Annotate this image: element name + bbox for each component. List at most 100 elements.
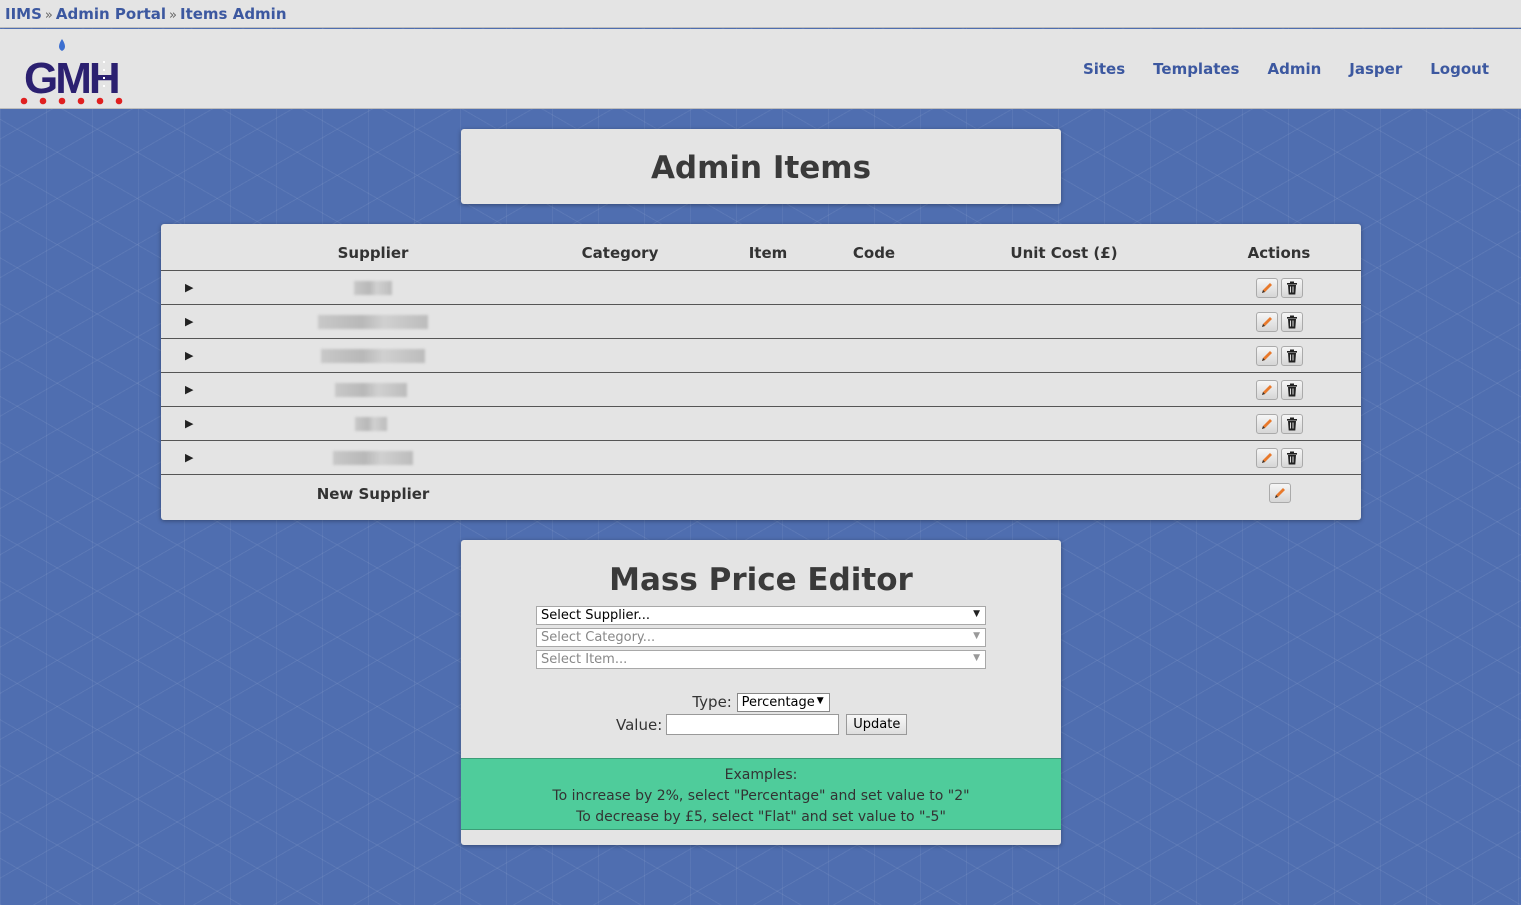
supplier-name-redacted: [333, 451, 413, 465]
column-header-code[interactable]: Code: [853, 244, 895, 262]
breadcrumb-items-admin[interactable]: Items Admin: [180, 5, 287, 23]
mass-price-editor-title: Mass Price Editor: [609, 562, 913, 598]
supplier-select-value: Select Supplier...: [541, 608, 651, 623]
row-actions: [1256, 448, 1303, 468]
delete-button[interactable]: [1281, 346, 1303, 366]
table-row[interactable]: ▶: [161, 271, 1361, 305]
expand-arrow-icon[interactable]: ▶: [185, 417, 193, 430]
nav-logout[interactable]: Logout: [1430, 60, 1489, 78]
dropdown-caret-icon: ▼: [973, 631, 980, 641]
pencil-icon: [1275, 488, 1285, 498]
table-row[interactable]: ▶: [161, 441, 1361, 475]
new-row-actions: [1269, 483, 1291, 503]
trash-icon: [1287, 383, 1297, 397]
examples-box: Examples: To increase by 2%, select "Per…: [461, 758, 1061, 830]
dropdown-caret-icon: ▼: [973, 653, 980, 663]
value-label: Value:: [616, 715, 663, 734]
edit-button[interactable]: [1256, 346, 1278, 366]
delete-button[interactable]: [1281, 312, 1303, 332]
column-header-item[interactable]: Item: [749, 244, 788, 262]
type-select-value: Percentage: [741, 695, 815, 710]
pencil-icon: [1262, 453, 1272, 463]
examples-line-flat: To decrease by £5, select "Flat" and set…: [576, 809, 946, 825]
edit-button[interactable]: [1256, 278, 1278, 298]
row-actions: [1256, 380, 1303, 400]
delete-button[interactable]: [1281, 448, 1303, 468]
column-header-supplier[interactable]: Supplier: [338, 244, 409, 262]
edit-button[interactable]: [1256, 448, 1278, 468]
supplier-name-redacted: [321, 349, 425, 363]
row-actions: [1256, 414, 1303, 434]
examples-heading: Examples:: [724, 767, 798, 783]
category-select-value: Select Category...: [541, 630, 656, 645]
mass-price-editor-card: Mass Price Editor Select Supplier... ▼ S…: [461, 540, 1061, 845]
breadcrumb: IIMS» Admin Portal» Items Admin: [0, 0, 1521, 28]
column-header-unit-cost[interactable]: Unit Cost (£): [1010, 244, 1117, 262]
page-title: Admin Items: [650, 150, 872, 186]
supplier-select[interactable]: Select Supplier... ▼: [536, 606, 986, 625]
column-header-category[interactable]: Category: [582, 244, 659, 262]
item-select[interactable]: Select Item... ▼: [536, 650, 986, 669]
value-input[interactable]: [666, 714, 840, 735]
update-button[interactable]: Update: [846, 714, 908, 735]
trash-icon: [1287, 315, 1297, 329]
supplier-name-redacted: [335, 383, 407, 397]
add-supplier-button[interactable]: [1269, 483, 1291, 503]
dropdown-caret-icon: ▼: [973, 609, 980, 619]
value-row: Value: Update: [616, 714, 908, 735]
trash-icon: [1287, 417, 1297, 431]
breadcrumb-separator: »: [44, 8, 53, 23]
supplier-name-redacted: [355, 417, 387, 431]
trash-icon: [1287, 451, 1297, 465]
dropdown-caret-icon: ▼: [816, 696, 824, 706]
nav-templates[interactable]: Templates: [1153, 60, 1239, 78]
category-select[interactable]: Select Category... ▼: [536, 628, 986, 647]
expand-arrow-icon[interactable]: ▶: [185, 349, 193, 362]
table-row[interactable]: ▶: [161, 305, 1361, 339]
pencil-icon: [1262, 283, 1272, 293]
row-actions: [1256, 346, 1303, 366]
expand-arrow-icon[interactable]: ▶: [185, 451, 193, 464]
pencil-icon: [1262, 419, 1272, 429]
examples-line-percentage: To increase by 2%, select "Percentage" a…: [552, 788, 970, 804]
breadcrumb-separator: »: [169, 8, 177, 23]
type-select[interactable]: Percentage ▼: [736, 693, 830, 712]
delete-button[interactable]: [1281, 414, 1303, 434]
supplier-name-redacted: [354, 281, 392, 295]
items-table: Supplier Category Item Code Unit Cost (£…: [161, 224, 1361, 515]
gmh-logo[interactable]: GMH: [18, 37, 128, 107]
item-select-value: Select Item...: [541, 652, 628, 667]
table-row[interactable]: ▶: [161, 339, 1361, 373]
edit-button[interactable]: [1256, 312, 1278, 332]
table-header-row: Supplier Category Item Code Unit Cost (£…: [161, 224, 1361, 271]
nav-admin[interactable]: Admin: [1267, 60, 1321, 78]
breadcrumb-admin-portal[interactable]: Admin Portal: [56, 5, 166, 23]
row-actions: [1256, 278, 1303, 298]
delete-button[interactable]: [1281, 380, 1303, 400]
pencil-icon: [1262, 385, 1272, 395]
expand-arrow-icon[interactable]: ▶: [185, 315, 193, 328]
trash-icon: [1287, 281, 1297, 295]
expand-arrow-icon[interactable]: ▶: [185, 281, 193, 294]
main-nav: Sites Templates Admin Jasper Logout: [1083, 60, 1489, 78]
expand-arrow-icon[interactable]: ▶: [185, 383, 193, 396]
nav-sites[interactable]: Sites: [1083, 60, 1125, 78]
edit-button[interactable]: [1256, 414, 1278, 434]
supplier-name-redacted: [318, 315, 428, 329]
edit-button[interactable]: [1256, 380, 1278, 400]
table-row[interactable]: ▶: [161, 407, 1361, 441]
type-row: Type: Percentage ▼: [461, 693, 1061, 712]
table-row[interactable]: ▶: [161, 373, 1361, 407]
new-supplier-label: New Supplier: [316, 485, 430, 503]
column-header-actions: Actions: [1247, 244, 1311, 262]
nav-jasper[interactable]: Jasper: [1349, 60, 1402, 78]
items-table-card: Supplier Category Item Code Unit Cost (£…: [161, 224, 1361, 520]
pencil-icon: [1262, 351, 1272, 361]
breadcrumb-iims[interactable]: IIMS: [5, 5, 42, 23]
delete-button[interactable]: [1281, 278, 1303, 298]
row-actions: [1256, 312, 1303, 332]
new-supplier-row: New Supplier: [161, 475, 1361, 515]
type-label: Type:: [692, 693, 732, 711]
title-card: Admin Items: [461, 129, 1061, 204]
site-header: GMH Sites Templates Admin Jasper Logout: [0, 29, 1521, 109]
